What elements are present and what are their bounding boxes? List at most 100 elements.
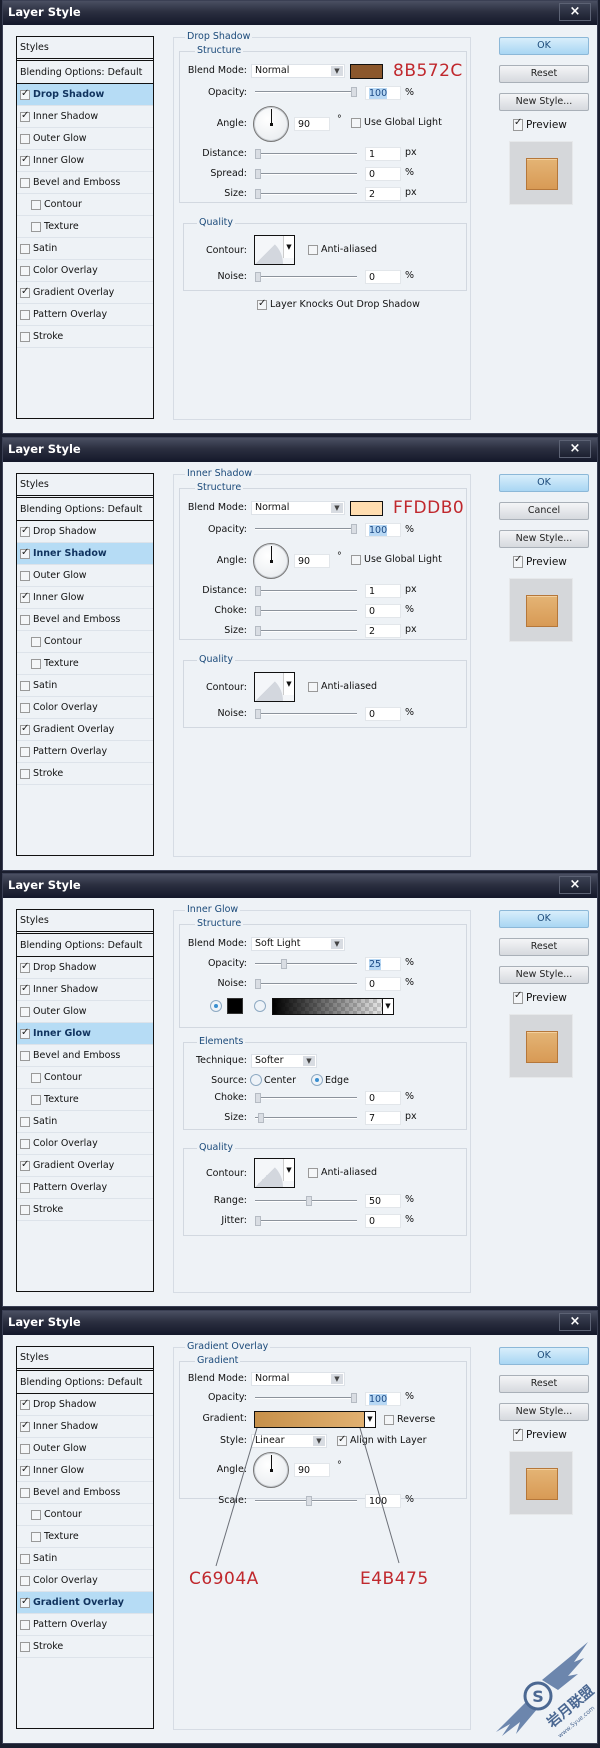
checkbox[interactable] bbox=[20, 1619, 30, 1630]
opacity-input[interactable]: 100 bbox=[365, 523, 401, 537]
opacity-input[interactable]: 100 bbox=[365, 1392, 401, 1406]
choke-input[interactable]: 0 bbox=[365, 604, 401, 618]
blending-options-item[interactable]: Blending Options: Default bbox=[17, 61, 153, 84]
use-global-light-checkbox[interactable]: Use Global Light bbox=[351, 554, 442, 565]
style-item-satin[interactable]: Satin bbox=[17, 675, 153, 697]
scale-slider[interactable] bbox=[255, 1496, 357, 1506]
noise-input[interactable]: 0 bbox=[365, 270, 401, 284]
style-item-drop-shadow[interactable]: Drop Shadow bbox=[17, 957, 153, 979]
style-item-inner-shadow[interactable]: Inner Shadow bbox=[17, 543, 153, 565]
opacity-slider[interactable] bbox=[255, 959, 357, 969]
style-item-texture[interactable]: Texture bbox=[17, 1089, 153, 1111]
preview-checkbox[interactable]: Preview bbox=[513, 554, 567, 568]
style-item-contour[interactable]: Contour bbox=[17, 1504, 153, 1526]
style-item-drop-shadow[interactable]: Drop Shadow bbox=[17, 1394, 153, 1416]
style-item-pattern-overlay[interactable]: Pattern Overlay bbox=[17, 1177, 153, 1199]
style-item-inner-glow[interactable]: Inner Glow bbox=[17, 150, 153, 172]
checkbox[interactable] bbox=[20, 265, 30, 276]
checkbox[interactable] bbox=[20, 614, 30, 625]
style-item-outer-glow[interactable]: Outer Glow bbox=[17, 128, 153, 150]
new-style-button[interactable]: New Style... bbox=[499, 966, 589, 984]
angle-input[interactable]: 90 bbox=[294, 1463, 330, 1477]
title-bar[interactable]: Layer Style × bbox=[3, 874, 597, 898]
style-item-inner-shadow[interactable]: Inner Shadow bbox=[17, 106, 153, 128]
opacity-slider[interactable] bbox=[255, 87, 357, 97]
blending-options-item[interactable]: Blending Options: Default bbox=[17, 498, 153, 521]
title-bar[interactable]: Layer Style × bbox=[3, 1311, 597, 1335]
style-item-gradient-overlay[interactable]: Gradient Overlay bbox=[17, 1155, 153, 1177]
checkbox[interactable] bbox=[20, 680, 30, 691]
distance-input[interactable]: 1 bbox=[365, 147, 401, 161]
preview-checkbox[interactable]: Preview bbox=[513, 990, 567, 1004]
noise-input[interactable]: 0 bbox=[365, 707, 401, 721]
reset-button[interactable]: Reset bbox=[499, 1375, 589, 1393]
ok-button[interactable]: OK bbox=[499, 37, 589, 55]
styles-header[interactable]: Styles bbox=[17, 474, 153, 498]
cancel-button[interactable]: Cancel bbox=[499, 502, 589, 520]
style-item-gradient-overlay[interactable]: Gradient Overlay bbox=[17, 1592, 153, 1614]
checkbox[interactable] bbox=[20, 702, 30, 713]
styles-header[interactable]: Styles bbox=[17, 910, 153, 934]
blending-options-item[interactable]: Blending Options: Default bbox=[17, 1371, 153, 1394]
style-item-color-overlay[interactable]: Color Overlay bbox=[17, 260, 153, 282]
checkbox[interactable] bbox=[20, 286, 30, 298]
style-item-texture[interactable]: Texture bbox=[17, 1526, 153, 1548]
checkbox[interactable] bbox=[31, 636, 41, 647]
layer-knocks-out-checkbox[interactable]: Layer Knocks Out Drop Shadow bbox=[257, 298, 420, 310]
noise-slider[interactable] bbox=[255, 979, 357, 989]
style-item-stroke[interactable]: Stroke bbox=[17, 763, 153, 785]
checkbox[interactable] bbox=[20, 177, 30, 188]
style-item-drop-shadow[interactable]: Drop Shadow bbox=[17, 521, 153, 543]
reset-button[interactable]: Reset bbox=[499, 938, 589, 956]
style-item-stroke[interactable]: Stroke bbox=[17, 1199, 153, 1221]
style-item-inner-glow[interactable]: Inner Glow bbox=[17, 587, 153, 609]
checkbox[interactable] bbox=[20, 1641, 30, 1652]
close-button[interactable]: × bbox=[559, 440, 591, 458]
noise-slider[interactable] bbox=[255, 709, 357, 719]
title-bar[interactable]: Layer Style × bbox=[3, 1, 597, 25]
ok-button[interactable]: OK bbox=[499, 910, 589, 928]
checkbox[interactable] bbox=[31, 221, 41, 232]
checkbox[interactable] bbox=[20, 110, 30, 122]
spread-input[interactable]: 0 bbox=[365, 167, 401, 181]
contour-picker[interactable]: ▼ bbox=[254, 672, 295, 702]
checkbox[interactable] bbox=[20, 133, 30, 144]
angle-input[interactable]: 90 bbox=[294, 117, 330, 131]
checkbox[interactable] bbox=[31, 1072, 41, 1083]
checkbox[interactable] bbox=[20, 1116, 30, 1127]
technique-select[interactable]: Softer ▼ bbox=[251, 1054, 317, 1068]
style-item-contour[interactable]: Contour bbox=[17, 194, 153, 216]
style-item-inner-shadow[interactable]: Inner Shadow bbox=[17, 1416, 153, 1438]
blend-mode-select[interactable]: Normal ▼ bbox=[251, 64, 345, 78]
anti-aliased-checkbox[interactable]: Anti-aliased bbox=[308, 244, 377, 255]
contour-picker[interactable]: ▼ bbox=[254, 235, 295, 265]
anti-aliased-checkbox[interactable]: Anti-aliased bbox=[308, 1167, 377, 1178]
range-input[interactable]: 50 bbox=[365, 1194, 401, 1208]
distance-input[interactable]: 1 bbox=[365, 584, 401, 598]
checkbox[interactable] bbox=[20, 1006, 30, 1017]
checkbox[interactable] bbox=[31, 1509, 41, 1520]
style-item-color-overlay[interactable]: Color Overlay bbox=[17, 697, 153, 719]
style-item-outer-glow[interactable]: Outer Glow bbox=[17, 1001, 153, 1023]
distance-slider[interactable] bbox=[255, 586, 357, 596]
style-item-color-overlay[interactable]: Color Overlay bbox=[17, 1570, 153, 1592]
preview-checkbox[interactable]: Preview bbox=[513, 1427, 567, 1441]
style-item-contour[interactable]: Contour bbox=[17, 631, 153, 653]
anti-aliased-checkbox[interactable]: Anti-aliased bbox=[308, 681, 377, 692]
jitter-input[interactable]: 0 bbox=[365, 1214, 401, 1228]
size-input[interactable]: 2 bbox=[365, 624, 401, 638]
source-center-radio[interactable]: Center bbox=[250, 1074, 296, 1086]
styles-header[interactable]: Styles bbox=[17, 1347, 153, 1371]
checkbox[interactable] bbox=[20, 1575, 30, 1586]
use-global-light-checkbox[interactable]: Use Global Light bbox=[351, 117, 442, 128]
choke-slider[interactable] bbox=[255, 606, 357, 616]
style-item-inner-glow[interactable]: Inner Glow bbox=[17, 1460, 153, 1482]
checkbox[interactable] bbox=[20, 1596, 30, 1608]
choke-input[interactable]: 0 bbox=[365, 1091, 401, 1105]
checkbox[interactable] bbox=[31, 199, 41, 210]
style-item-bevel-and-emboss[interactable]: Bevel and Emboss bbox=[17, 172, 153, 194]
spread-slider[interactable] bbox=[255, 169, 357, 179]
opacity-input[interactable]: 100 bbox=[365, 86, 401, 100]
style-item-satin[interactable]: Satin bbox=[17, 238, 153, 260]
style-item-texture[interactable]: Texture bbox=[17, 216, 153, 238]
